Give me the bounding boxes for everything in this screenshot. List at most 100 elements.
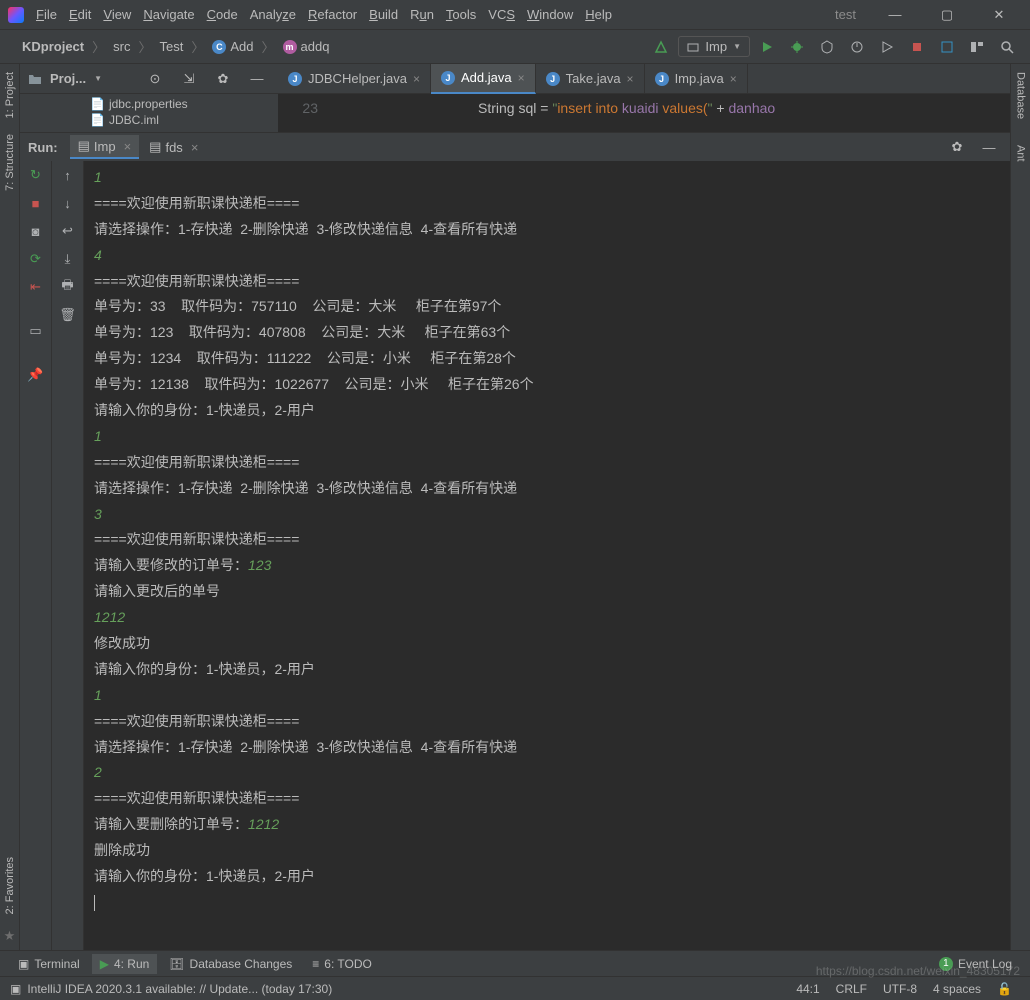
indent[interactable]: 4 spaces bbox=[925, 982, 989, 996]
menu-run[interactable]: Run bbox=[404, 3, 440, 26]
menu-tools[interactable]: Tools bbox=[440, 3, 482, 26]
window-project-name: test bbox=[835, 7, 856, 22]
navigation-toolbar: KDproject〉src〉Test〉CAdd〉maddq Imp ▼ bbox=[0, 30, 1030, 64]
attach-icon[interactable] bbox=[877, 37, 897, 57]
minimize-button[interactable]: ― bbox=[872, 0, 918, 30]
database-icon: 🗄 bbox=[169, 957, 184, 971]
editor-tab[interactable]: JAdd.java× bbox=[431, 64, 536, 94]
run-config-selector[interactable]: Imp ▼ bbox=[678, 36, 750, 57]
chevron-right-icon: 〉 bbox=[189, 37, 206, 56]
menu-analyze[interactable]: Analyze bbox=[244, 3, 302, 26]
status-bar: ▣ IntelliJ IDEA 2020.3.1 available: // U… bbox=[0, 976, 1030, 1000]
close-button[interactable]: ✕ bbox=[976, 0, 1022, 30]
favorites-tool-tab[interactable]: 2: Favorites bbox=[2, 849, 18, 922]
rerun-icon[interactable]: ↻ bbox=[26, 165, 46, 185]
terminal-tab[interactable]: ▣Terminal bbox=[10, 954, 88, 974]
list-icon: ≡ bbox=[312, 957, 319, 971]
status-message[interactable]: IntelliJ IDEA 2020.3.1 available: // Upd… bbox=[27, 982, 332, 996]
chevron-down-icon[interactable]: ▼ bbox=[94, 74, 102, 83]
run-panel-title: Run: bbox=[28, 140, 58, 155]
app-icon bbox=[8, 7, 24, 23]
project-structure-icon[interactable] bbox=[967, 37, 987, 57]
encoding[interactable]: UTF-8 bbox=[875, 982, 925, 996]
hide-icon[interactable]: — bbox=[979, 137, 999, 157]
run-icon[interactable] bbox=[757, 37, 777, 57]
database-changes-tab[interactable]: 🗄Database Changes bbox=[161, 954, 300, 974]
line-separator[interactable]: CRLF bbox=[828, 982, 875, 996]
run-tab[interactable]: ▶4: Run bbox=[92, 954, 158, 974]
stop-icon[interactable] bbox=[907, 37, 927, 57]
close-tab-icon[interactable]: × bbox=[518, 71, 525, 85]
screenshot-icon[interactable]: ◙ bbox=[26, 221, 46, 241]
close-icon[interactable]: × bbox=[124, 139, 132, 154]
build-icon[interactable] bbox=[651, 37, 671, 57]
console-output[interactable]: 1====欢迎使用新职课快递柜====请选择操作：1-存快递 2-删除快递 3-… bbox=[84, 161, 1010, 950]
search-icon[interactable] bbox=[997, 37, 1017, 57]
database-tool-tab[interactable]: Database bbox=[1013, 64, 1029, 127]
editor-tab[interactable]: JImp.java× bbox=[645, 64, 748, 94]
close-tab-icon[interactable]: × bbox=[730, 72, 737, 86]
structure-tool-tab[interactable]: 7: Structure bbox=[2, 126, 18, 199]
gear-icon[interactable]: ✿ bbox=[947, 137, 967, 157]
expand-all-icon[interactable]: ⇲ bbox=[179, 69, 199, 89]
hide-icon[interactable]: — bbox=[247, 69, 267, 89]
debug-icon[interactable] bbox=[787, 37, 807, 57]
properties-file-icon: 📄 bbox=[90, 97, 105, 111]
profile-icon[interactable] bbox=[847, 37, 867, 57]
menu-vcs[interactable]: VCS bbox=[482, 3, 521, 26]
menu-edit[interactable]: Edit bbox=[63, 3, 97, 26]
file-item[interactable]: 📄jdbc.properties bbox=[30, 96, 268, 112]
close-tab-icon[interactable]: × bbox=[627, 72, 634, 86]
maximize-button[interactable]: ▢ bbox=[924, 0, 970, 30]
close-tab-icon[interactable]: × bbox=[413, 72, 420, 86]
menu-file[interactable]: File bbox=[30, 3, 63, 26]
breadcrumb-item[interactable]: CAdd bbox=[208, 37, 257, 56]
clear-icon[interactable]: 🗑 bbox=[58, 305, 78, 325]
menu-view[interactable]: View bbox=[97, 3, 137, 26]
project-panel-title: Proj... bbox=[50, 71, 86, 86]
menu-refactor[interactable]: Refactor bbox=[302, 3, 363, 26]
menu-code[interactable]: Code bbox=[201, 3, 244, 26]
file-item[interactable]: 📄JDBC.iml bbox=[30, 112, 268, 128]
layout-icon[interactable]: ▭ bbox=[26, 321, 46, 341]
down-icon[interactable]: ↓ bbox=[58, 193, 78, 213]
breadcrumb-item[interactable]: KDproject bbox=[18, 37, 88, 56]
restart-icon[interactable]: ⟳ bbox=[26, 249, 46, 269]
event-log-tab[interactable]: 1Event Log bbox=[931, 954, 1020, 974]
editor[interactable]: 23String sql = "insert into kuaidi value… bbox=[278, 94, 1010, 132]
breadcrumb-item[interactable]: maddq bbox=[279, 37, 334, 56]
stop-icon[interactable]: ■ bbox=[26, 193, 46, 213]
editor-tab[interactable]: JTake.java× bbox=[536, 64, 645, 94]
breadcrumb-item[interactable]: src bbox=[109, 37, 134, 56]
coverage-icon[interactable] bbox=[817, 37, 837, 57]
gear-icon[interactable]: ✿ bbox=[213, 69, 233, 89]
run-tool-window: Run: ▤Imp×▤fds× ✿ — ↻ ■ ◙ ⟳ ⇤ ▭ 📌 bbox=[20, 132, 1010, 950]
scroll-end-icon[interactable]: ⤓ bbox=[58, 249, 78, 269]
menu-navigate[interactable]: Navigate bbox=[137, 3, 200, 26]
menu-build[interactable]: Build bbox=[363, 3, 404, 26]
breadcrumb-item[interactable]: Test bbox=[156, 37, 188, 56]
pin-icon[interactable]: 📌 bbox=[26, 365, 46, 385]
caret-position[interactable]: 44:1 bbox=[788, 982, 827, 996]
run-toolbar-primary: ↻ ■ ◙ ⟳ ⇤ ▭ 📌 bbox=[20, 161, 52, 950]
menu-help[interactable]: Help bbox=[579, 3, 618, 26]
select-open-file-icon[interactable]: ⊙ bbox=[145, 69, 165, 89]
exit-icon[interactable]: ⇤ bbox=[26, 277, 46, 297]
editor-tab[interactable]: JJDBCHelper.java× bbox=[278, 64, 431, 94]
tool-windows-icon[interactable]: ▣ bbox=[10, 982, 21, 996]
project-tool-tab[interactable]: 1: Project bbox=[2, 64, 18, 126]
print-icon[interactable]: 🖶 bbox=[58, 277, 78, 297]
line-number: 23 bbox=[288, 100, 318, 116]
up-icon[interactable]: ↑ bbox=[58, 165, 78, 185]
ant-tool-tab[interactable]: Ant bbox=[1013, 137, 1029, 170]
run-config-tab[interactable]: ▤fds× bbox=[141, 135, 206, 159]
todo-tab[interactable]: ≡6: TODO bbox=[304, 954, 380, 974]
lock-icon[interactable]: 🔓 bbox=[989, 982, 1020, 996]
run-config-tab[interactable]: ▤Imp× bbox=[70, 135, 140, 159]
java-file-icon: J bbox=[288, 72, 302, 86]
menu-window[interactable]: Window bbox=[521, 3, 579, 26]
close-icon[interactable]: × bbox=[191, 140, 199, 155]
update-icon[interactable] bbox=[937, 37, 957, 57]
soft-wrap-icon[interactable]: ↩ bbox=[58, 221, 78, 241]
project-tree[interactable]: 📄jdbc.properties 📄JDBC.iml bbox=[20, 94, 278, 132]
